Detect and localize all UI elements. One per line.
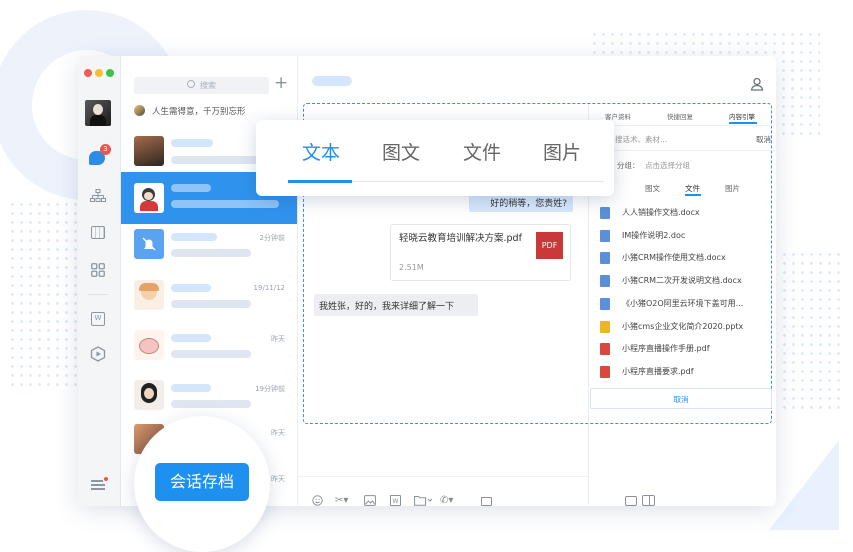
conversation-avatar (134, 136, 164, 166)
maximize-window-dot[interactable] (106, 69, 114, 77)
group-label: 分组： (617, 161, 640, 170)
phone-icon[interactable]: ✆▾ (440, 495, 453, 506)
tab-text[interactable]: 文本 (302, 138, 340, 165)
search-icon (187, 80, 195, 88)
chat-toolbar-divider (298, 476, 588, 477)
file-message-name: 轻晓云教育培训解决方案.pdf (399, 233, 522, 244)
doc-file-icon (600, 207, 610, 219)
user-avatar[interactable] (85, 100, 111, 126)
add-conversation-button[interactable]: + (274, 73, 288, 93)
pdf-file-icon (600, 366, 610, 378)
file-name: 小程序直播操作手册.pdf (622, 344, 710, 353)
file-name: 小猪CRM二次开发说明文档.docx (622, 276, 742, 285)
file-name: 小猪CRM操作使用文档.docx (622, 253, 726, 262)
calendar-icon[interactable] (91, 226, 105, 239)
nav-rail: 3 W (78, 56, 121, 506)
conversation-time: 昨天 (271, 429, 285, 437)
pinned-row[interactable]: 人生需得意，千万别忘形 (121, 101, 297, 121)
panel-tab-content-engine[interactable]: 内容引擎 (729, 111, 755, 121)
conversation-avatar (134, 183, 164, 213)
search-placeholder: 搜索 (200, 81, 216, 90)
subtab-file[interactable]: 文件 (685, 183, 700, 194)
menu-icon[interactable] (91, 477, 108, 490)
archive-button[interactable]: 会话存档 (155, 463, 249, 501)
image-icon[interactable] (364, 495, 376, 506)
doc-file-icon (600, 298, 610, 310)
panel-tab-underline (729, 122, 757, 124)
conversation-item[interactable]: 2分钟前 (121, 224, 297, 283)
file-message-card[interactable]: 轻晓云教育培训解决方案.pdf 2.51M PDF (390, 224, 571, 281)
active-tab-underline (288, 180, 352, 183)
tab-graphic[interactable]: 图文 (382, 138, 420, 165)
conversation-time: 19分钟前 (255, 385, 285, 393)
pdf-file-icon: PDF (536, 232, 563, 259)
conversation-time: 19/11/12 (253, 284, 285, 292)
incoming-message: 我姓张，好的，我来详细了解一下 (314, 294, 478, 316)
panel-tab-quick-reply[interactable]: 快捷回复 (667, 111, 693, 121)
doc-file-icon (600, 252, 610, 264)
incoming-message-text: 我姓张，好的，我来详细了解一下 (319, 302, 455, 312)
doc-file-icon (600, 230, 610, 242)
chat-title-placeholder (312, 76, 352, 86)
rail-divider (88, 294, 108, 295)
outgoing-message-text: 好的稍等，您贵姓? (490, 199, 567, 209)
document-w-icon[interactable]: W (91, 312, 105, 326)
subtab-image[interactable]: 图片 (725, 183, 740, 194)
folder-icon[interactable] (414, 495, 433, 506)
archive-circle: 会话存档 (134, 416, 270, 552)
apps-grid-icon[interactable] (91, 262, 105, 277)
conversation-time: 2分钟前 (259, 234, 285, 242)
panel-search-divider (589, 150, 775, 151)
close-window-dot[interactable] (84, 69, 92, 77)
panel-send-label: 取消 (673, 395, 689, 404)
conversation-avatar (134, 330, 164, 360)
decorative-triangle (769, 440, 839, 530)
card-icon[interactable] (481, 497, 492, 506)
file-name: 《小猪O2O阿里云环境下盖可用... (622, 299, 744, 308)
group-hint[interactable]: 点击选择分组 (645, 160, 690, 171)
word-doc-icon[interactable]: W (390, 495, 401, 506)
panel-header-divider (589, 125, 775, 126)
conversation-time: 昨天 (271, 335, 285, 343)
tab-file[interactable]: 文件 (463, 138, 501, 165)
conversation-avatar (134, 380, 164, 410)
unread-badge: 3 (100, 144, 111, 155)
tab-image[interactable]: 图片 (543, 138, 581, 165)
conversation-time: 昨天 (271, 475, 285, 483)
subtab-graphic[interactable]: 图文 (645, 183, 660, 194)
play-hexagon-icon[interactable] (90, 346, 106, 362)
ppt-file-icon (600, 321, 610, 333)
org-chart-icon[interactable] (90, 188, 106, 202)
muted-bell-avatar (134, 229, 164, 259)
decorative-dots-right (780, 250, 840, 410)
file-name: 人人销操作文档.docx (622, 208, 700, 217)
panel-search-input[interactable]: 搜话术、素材... (615, 134, 667, 145)
pinned-avatar (134, 105, 145, 116)
file-message-size: 2.51M (399, 263, 424, 272)
file-name: IM操作说明2.doc (622, 231, 686, 240)
file-name: 小程序直播要求.pdf (622, 367, 694, 376)
search-box[interactable]: 搜索 (134, 77, 269, 94)
doc-file-icon (600, 275, 610, 287)
panel-cancel-button[interactable]: 取消 (756, 134, 771, 145)
content-type-tabs: 文本 图文 文件 图片 (256, 120, 614, 196)
contact-profile-icon[interactable] (750, 76, 764, 91)
decorative-dots-left (8, 200, 78, 390)
scissors-icon[interactable]: ✂▾ (335, 495, 348, 506)
subtab-underline (685, 194, 701, 196)
file-name: 小猪cms企业文化简介2020.pptx (622, 322, 744, 331)
emoji-icon[interactable] (312, 495, 323, 506)
pdf-file-icon (600, 343, 610, 355)
minimize-window-dot[interactable] (95, 69, 103, 77)
conversation-avatar (134, 280, 164, 310)
pinned-text: 人生需得意，千万别忘形 (152, 107, 246, 117)
panel-send-box[interactable]: 取消 (590, 388, 772, 409)
